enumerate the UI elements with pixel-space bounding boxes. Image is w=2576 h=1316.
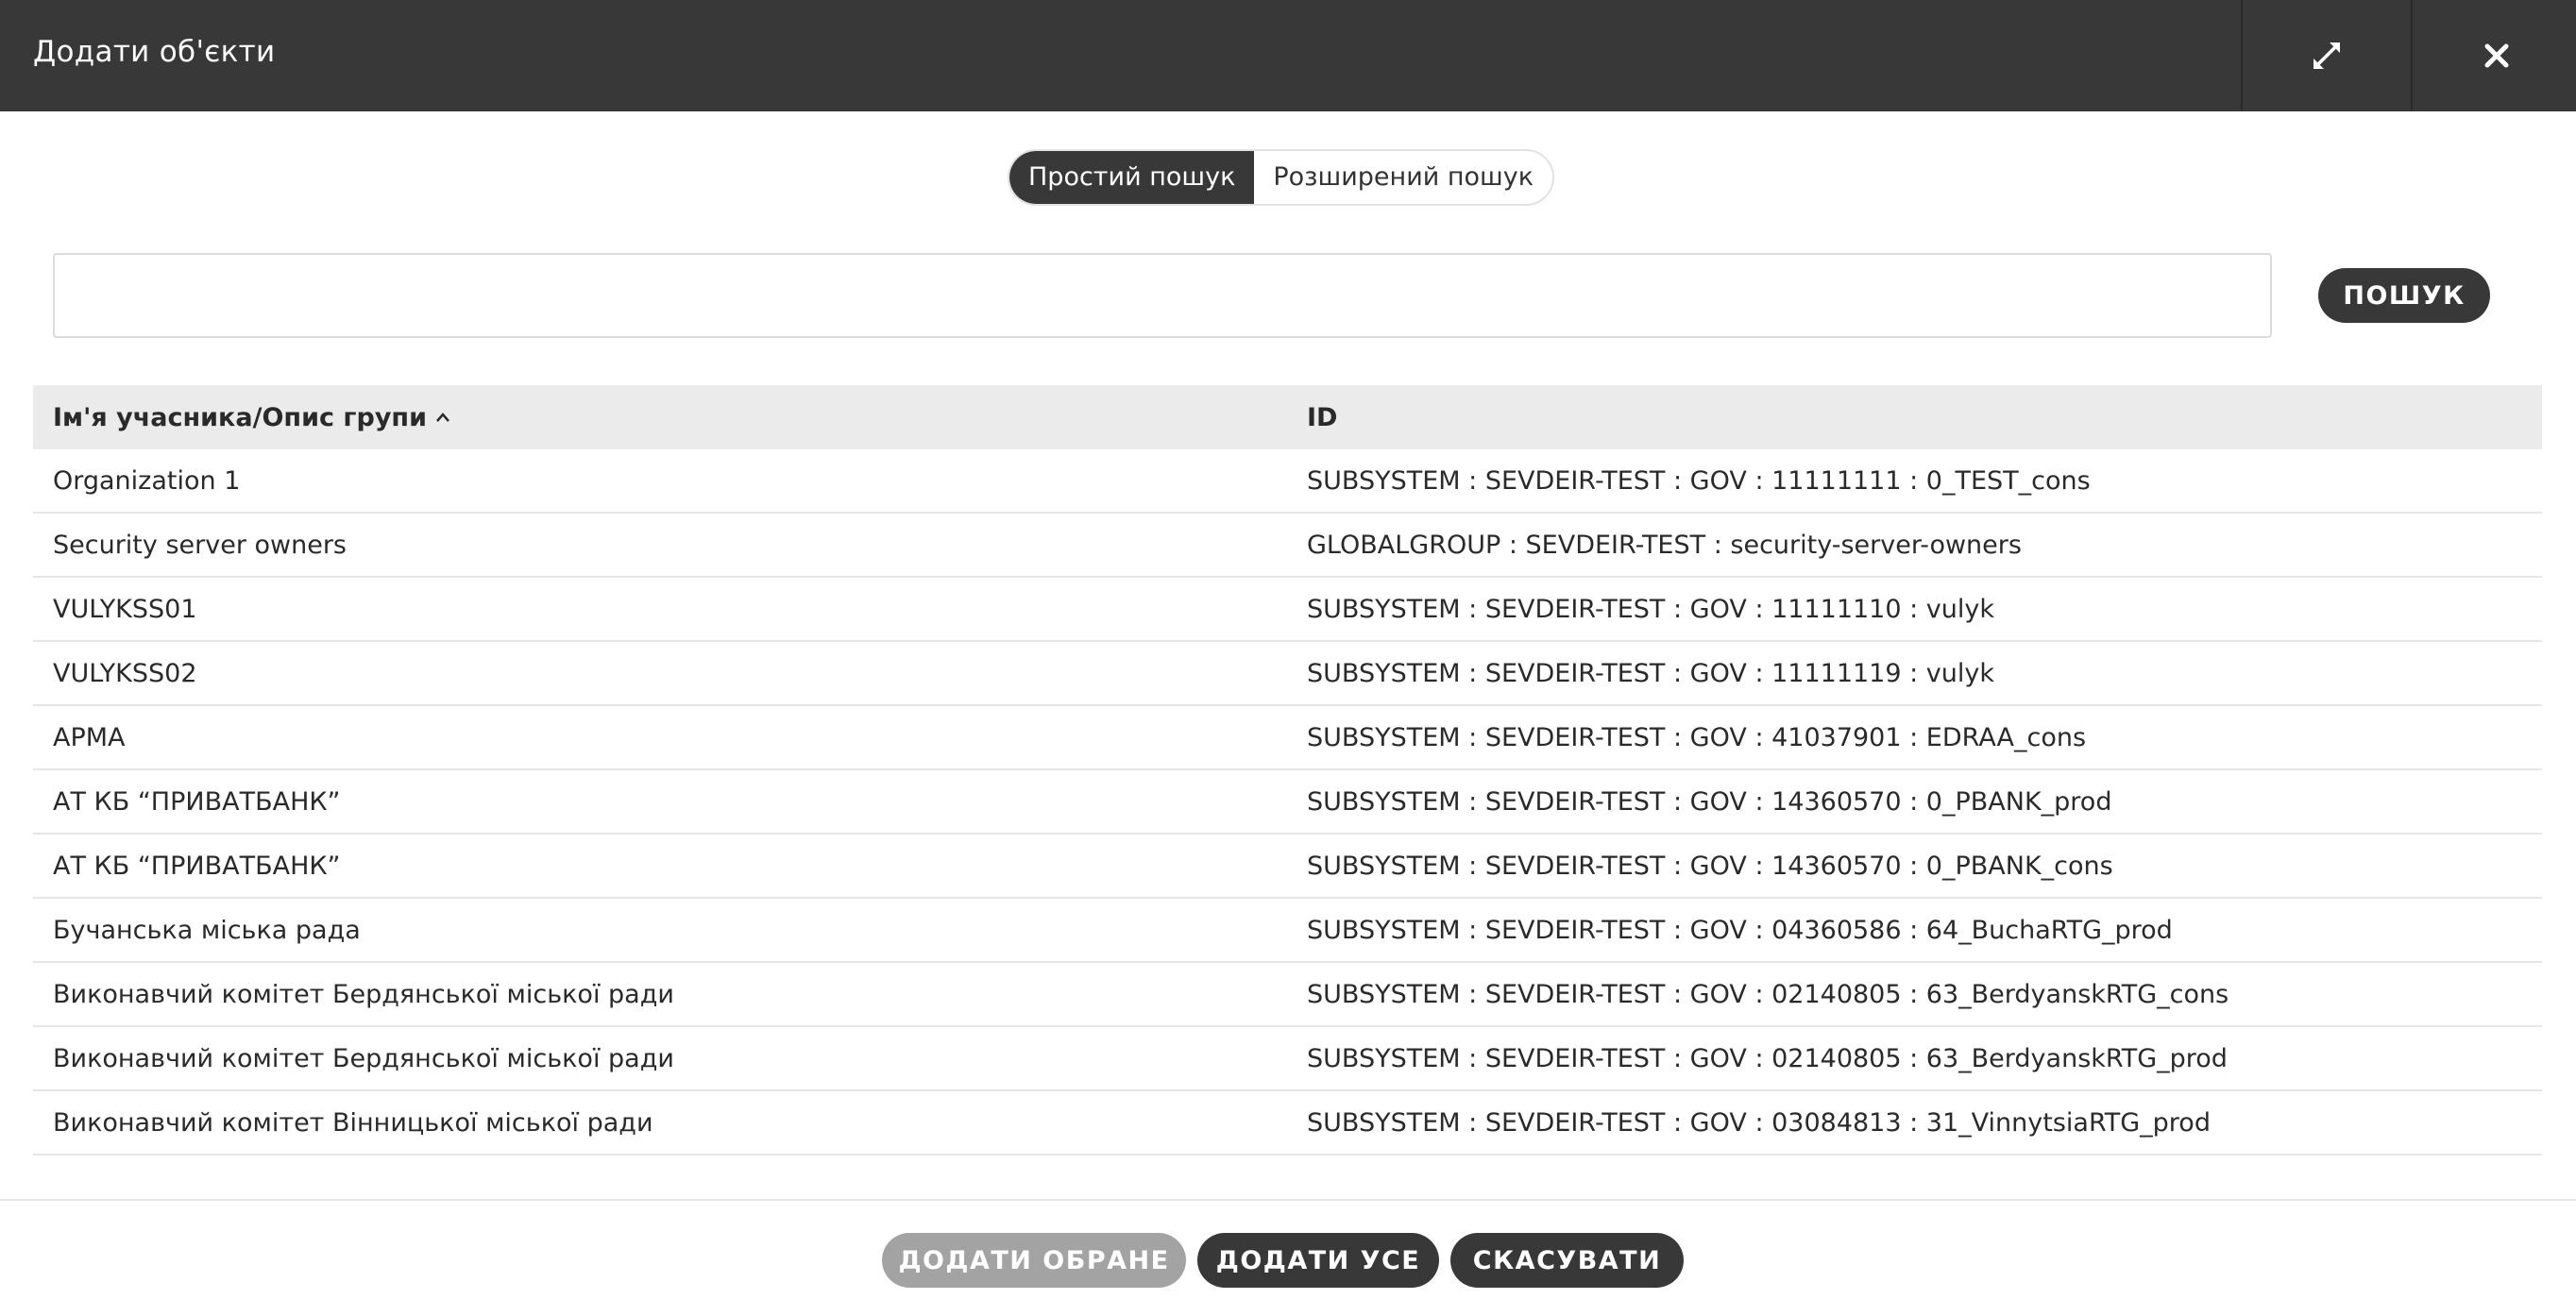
add-objects-dialog: Додати об'єкти Простий пошук Розширений … (0, 0, 2576, 1316)
table-row[interactable]: Виконавчий комітет Вінницької міської ра… (33, 1091, 2542, 1156)
column-header-name-label: Ім'я учасника/Опис групи (53, 402, 427, 432)
column-header-name[interactable]: Ім'я учасника/Опис групи (53, 403, 451, 432)
table-body: Organization 1 SUBSYSTEM : SEVDEIR-TEST :… (33, 449, 2542, 1156)
row-name: АРМА (53, 722, 126, 752)
expand-button[interactable] (2241, 0, 2411, 111)
row-id: SUBSYSTEM : SEVDEIR-TEST : GOV : 1436057… (1307, 786, 2112, 817)
table-row[interactable]: Виконавчий комітет Бердянської міської р… (33, 1027, 2542, 1091)
search-button[interactable]: ПОШУК (2318, 268, 2490, 323)
row-id: GLOBALGROUP : SEVDEIR-TEST : security-se… (1307, 530, 2022, 560)
add-all-button[interactable]: ДОДАТИ УСЕ (1197, 1233, 1439, 1288)
table-row[interactable]: Organization 1 SUBSYSTEM : SEVDEIR-TEST :… (33, 449, 2542, 514)
row-id: SUBSYSTEM : SEVDEIR-TEST : GOV : 0214080… (1307, 979, 2229, 1009)
advanced-search-tab[interactable]: Розширений пошук (1254, 151, 1552, 204)
row-name: Organization 1 (53, 465, 241, 496)
row-id: SUBSYSTEM : SEVDEIR-TEST : GOV : 4103790… (1307, 722, 2087, 752)
table-row[interactable]: АТ КБ “ПРИВАТБАНК” SUBSYSTEM : SEVDEIR-TE… (33, 835, 2542, 899)
add-selected-button[interactable]: ДОДАТИ ОБРАНЕ (882, 1233, 1186, 1288)
row-id: SUBSYSTEM : SEVDEIR-TEST : GOV : 1111111… (1307, 658, 1995, 688)
row-name: VULYKSS01 (53, 594, 197, 624)
table-row[interactable]: VULYKSS01 SUBSYSTEM : SEVDEIR-TEST : GOV … (33, 578, 2542, 642)
row-name: Бучанська міська рада (53, 915, 361, 945)
row-id: SUBSYSTEM : SEVDEIR-TEST : GOV : 0308481… (1307, 1107, 2211, 1138)
row-name: VULYKSS02 (53, 658, 197, 688)
table-row[interactable]: АТ КБ “ПРИВАТБАНК” SUBSYSTEM : SEVDEIR-TE… (33, 770, 2542, 835)
table-row[interactable]: Виконавчий комітет Бердянської міської р… (33, 963, 2542, 1027)
footer-divider (0, 1199, 2576, 1201)
row-id: SUBSYSTEM : SEVDEIR-TEST : GOV : 0436058… (1307, 915, 2173, 945)
table-header: Ім'я учасника/Опис групи ID (33, 385, 2542, 449)
members-table: Ім'я учасника/Опис групи ID Organization… (33, 385, 2542, 1156)
row-id: SUBSYSTEM : SEVDEIR-TEST : GOV : 0214080… (1307, 1043, 2228, 1073)
search-input[interactable] (53, 253, 2272, 338)
table-row[interactable]: Бучанська міська рада SUBSYSTEM : SEVDEIR… (33, 899, 2542, 963)
row-id: SUBSYSTEM : SEVDEIR-TEST : GOV : 1111111… (1307, 465, 2091, 496)
simple-search-tab[interactable]: Простий пошук (1009, 151, 1255, 204)
table-row[interactable]: АРМА SUBSYSTEM : SEVDEIR-TEST : GOV : 410… (33, 706, 2542, 770)
close-button[interactable] (2411, 0, 2576, 111)
table-row[interactable]: VULYKSS02 SUBSYSTEM : SEVDEIR-TEST : GOV … (33, 642, 2542, 706)
row-name: Security server owners (53, 530, 347, 560)
row-id: SUBSYSTEM : SEVDEIR-TEST : GOV : 1111111… (1307, 594, 1995, 624)
dialog-header: Додати об'єкти (0, 0, 2576, 111)
row-name: АТ КБ “ПРИВАТБАНК” (53, 786, 341, 817)
row-name: Виконавчий комітет Бердянської міської р… (53, 1043, 674, 1073)
close-icon (2484, 43, 2509, 68)
search-mode-toggle: Простий пошук Розширений пошук (1008, 149, 1555, 206)
column-header-id[interactable]: ID (1307, 403, 1337, 432)
cancel-button[interactable]: СКАСУВАТИ (1450, 1233, 1684, 1288)
dialog-title: Додати об'єкти (33, 35, 276, 69)
table-row[interactable]: Security server owners GLOBALGROUP : SEVD… (33, 514, 2542, 578)
row-name: Виконавчий комітет Бердянської міської р… (53, 979, 674, 1009)
row-id: SUBSYSTEM : SEVDEIR-TEST : GOV : 1436057… (1307, 851, 2113, 881)
expand-icon (2313, 42, 2340, 69)
chevron-up-icon (436, 413, 449, 422)
row-name: АТ КБ “ПРИВАТБАНК” (53, 851, 341, 881)
row-name: Виконавчий комітет Вінницької міської ра… (53, 1107, 653, 1138)
